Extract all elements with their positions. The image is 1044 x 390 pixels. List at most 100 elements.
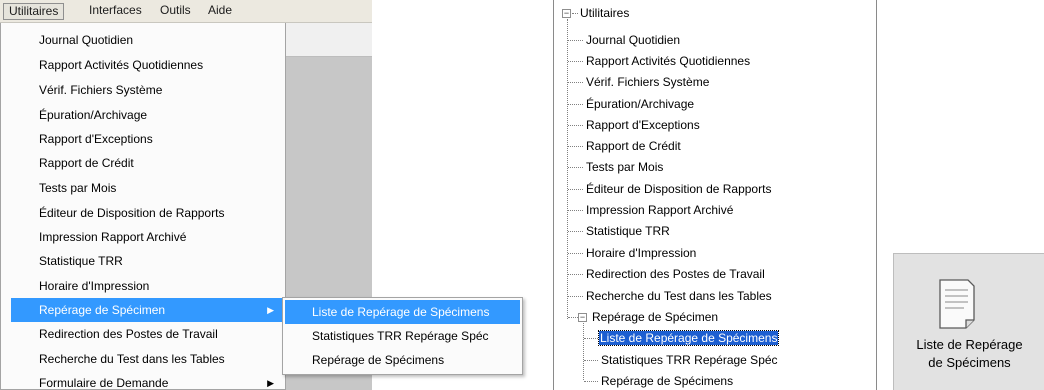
tree-connector	[568, 104, 583, 105]
tree-node-label: Statistique TRR	[586, 224, 670, 238]
menu-item-journal-quotidien[interactable]: Journal Quotidien	[2, 28, 286, 52]
tree-node[interactable]: Rapport de Crédit	[586, 136, 681, 157]
tree-node[interactable]: Rapport Activités Quotidiennes	[586, 51, 750, 72]
menu-item-formulaire-demande[interactable]: Formulaire de Demande ▶	[2, 371, 286, 390]
menu-item-label: Journal Quotidien	[39, 33, 134, 47]
menu-bar: Utilitaires Interfaces Outils Aide	[0, 0, 372, 23]
menu-item-label: Rapport d'Exceptions	[39, 132, 153, 146]
menu-item-recherche-test[interactable]: Recherche du Test dans les Tables	[2, 347, 286, 371]
collapse-icon[interactable]: −	[562, 9, 571, 18]
submenu-item-reperage-specimens[interactable]: Repérage de Spécimens	[285, 348, 520, 372]
menu-item-horaire-impression[interactable]: Horaire d'Impression	[2, 274, 286, 298]
tree-node-label: Redirection des Postes de Travail	[586, 267, 765, 281]
menu-item-redirection-postes[interactable]: Redirection des Postes de Travail	[2, 322, 286, 346]
menu-item-rapport-exceptions[interactable]: Rapport d'Exceptions	[2, 127, 286, 151]
tree-node[interactable]: Éditeur de Disposition de Rapports	[586, 179, 771, 200]
tree-node[interactable]: Tests par Mois	[586, 157, 663, 178]
tree-connector	[584, 381, 598, 382]
tree-node-label: Liste de Repérage de Spécimens	[597, 330, 780, 346]
tile-label: Liste de Repérage	[916, 337, 1023, 352]
menubar-aide[interactable]: Aide	[203, 3, 237, 20]
window-top-strip	[286, 23, 372, 57]
tree-connector	[568, 253, 583, 254]
tree-connector	[568, 61, 583, 62]
tree-node[interactable]: Recherche du Test dans les Tables	[586, 286, 772, 307]
utilitaires-tree: − Utilitaires Journal Quotidien Rapport …	[553, 0, 877, 390]
tree-node-label: Impression Rapport Archivé	[586, 203, 734, 217]
menu-item-label: Redirection des Postes de Travail	[39, 327, 218, 341]
tree-node-label: Rapport d'Exceptions	[586, 118, 700, 132]
menu-item-label: Repérage de Spécimen	[39, 303, 166, 317]
menu-item-impression-archive[interactable]: Impression Rapport Archivé	[2, 225, 286, 249]
menu-item-label: Impression Rapport Archivé	[39, 230, 187, 244]
menubar-outils[interactable]: Outils	[155, 3, 196, 20]
tree-connector	[568, 125, 583, 126]
submenu-item-label: Liste de Repérage de Spécimens	[312, 305, 490, 319]
tree-node-label: Journal Quotidien	[586, 33, 681, 47]
tree-connector	[584, 338, 598, 339]
menu-item-label: Rapport de Crédit	[39, 156, 134, 170]
tree-connector	[568, 146, 583, 147]
tree-node[interactable]: Statistiques TRR Repérage Spéc	[601, 350, 778, 371]
tree-node-label: Repérage de Spécimens	[601, 374, 734, 388]
submenu-item-statistiques-trr[interactable]: Statistiques TRR Repérage Spéc	[285, 324, 520, 348]
tree-node-label: Rapport de Crédit	[586, 139, 681, 153]
menu-item-label: Recherche du Test dans les Tables	[39, 352, 225, 366]
tree-node[interactable]: Statistique TRR	[586, 221, 670, 242]
tree-node[interactable]: Vérif. Fichiers Système	[586, 72, 709, 93]
menu-item-tests-par-mois[interactable]: Tests par Mois	[2, 176, 286, 200]
submenu-item-label: Statistiques TRR Repérage Spéc	[312, 329, 489, 343]
tree-node-label: Horaire d'Impression	[586, 246, 697, 260]
tree-connector	[572, 13, 578, 14]
submenu-item-liste-reperage[interactable]: Liste de Repérage de Spécimens	[285, 300, 520, 324]
tree-node-label: Éditeur de Disposition de Rapports	[586, 182, 772, 196]
menu-item-label: Vérif. Fichiers Système	[39, 83, 163, 97]
tree-node[interactable]: Redirection des Postes de Travail	[586, 264, 765, 285]
submenu-arrow-icon: ▶	[267, 378, 274, 388]
tree-connector	[568, 317, 578, 318]
tree-connector	[568, 40, 583, 41]
collapse-icon[interactable]: −	[578, 313, 587, 322]
tree-connector	[568, 210, 583, 211]
tree-node-label: Tests par Mois	[586, 160, 664, 174]
tree-node[interactable]: Épuration/Archivage	[586, 94, 694, 115]
tree-connector	[568, 231, 583, 232]
menu-item-verif-fichiers[interactable]: Vérif. Fichiers Système	[2, 78, 286, 102]
submenu-item-label: Repérage de Spécimens	[312, 353, 445, 367]
menu-item-rapport-activites[interactable]: Rapport Activités Quotidiennes	[2, 53, 286, 77]
tree-node-label: Statistiques TRR Repérage Spéc	[601, 353, 778, 367]
menu-item-statistique-trr[interactable]: Statistique TRR	[2, 249, 286, 273]
liste-reperage-tile-button[interactable]: Liste de Repérage de Spécimens	[893, 253, 1044, 390]
submenu-arrow-icon: ▶	[267, 305, 274, 315]
tree-node[interactable]: Impression Rapport Archivé	[586, 200, 733, 221]
tree-node[interactable]: Journal Quotidien	[586, 30, 680, 51]
menu-item-label: Horaire d'Impression	[39, 279, 150, 293]
tree-connector	[568, 167, 583, 168]
tree-connector	[583, 323, 584, 380]
tree-node-selected[interactable]: Liste de Repérage de Spécimens	[597, 328, 780, 349]
tree-node[interactable]: Rapport d'Exceptions	[586, 115, 700, 136]
tree-connector	[568, 296, 583, 297]
menubar-interfaces[interactable]: Interfaces	[84, 3, 147, 20]
tree-connector	[584, 360, 598, 361]
tree-connector	[568, 274, 583, 275]
menu-item-label: Formulaire de Demande	[39, 376, 169, 390]
tree-node-label: Repérage de Spécimen	[592, 310, 719, 324]
menu-item-reperage-specimen[interactable]: Repérage de Spécimen ▶	[11, 298, 286, 322]
tree-node[interactable]: Repérage de Spécimens	[601, 371, 733, 390]
tree-connector	[568, 82, 583, 83]
reperage-submenu: Liste de Repérage de Spécimens Statistiq…	[282, 297, 523, 375]
menu-item-editeur-disposition[interactable]: Éditeur de Disposition de Rapports	[2, 201, 286, 225]
menu-item-label: Rapport Activités Quotidiennes	[39, 58, 204, 72]
menu-item-epuration[interactable]: Épuration/Archivage	[2, 103, 286, 127]
tree-node-label: Épuration/Archivage	[586, 97, 695, 111]
tree-root[interactable]: Utilitaires	[580, 3, 629, 24]
utilitaires-menu: Journal Quotidien Rapport Activités Quot…	[0, 23, 286, 390]
menu-item-label: Éditeur de Disposition de Rapports	[39, 206, 225, 220]
menu-item-label: Épuration/Archivage	[39, 108, 148, 122]
tree-node-group[interactable]: Repérage de Spécimen	[592, 307, 718, 328]
tree-node[interactable]: Horaire d'Impression	[586, 243, 696, 264]
menu-item-rapport-credit[interactable]: Rapport de Crédit	[2, 151, 286, 175]
menubar-utilitaires[interactable]: Utilitaires	[3, 3, 65, 20]
tree-node-label: Utilitaires	[580, 6, 630, 20]
